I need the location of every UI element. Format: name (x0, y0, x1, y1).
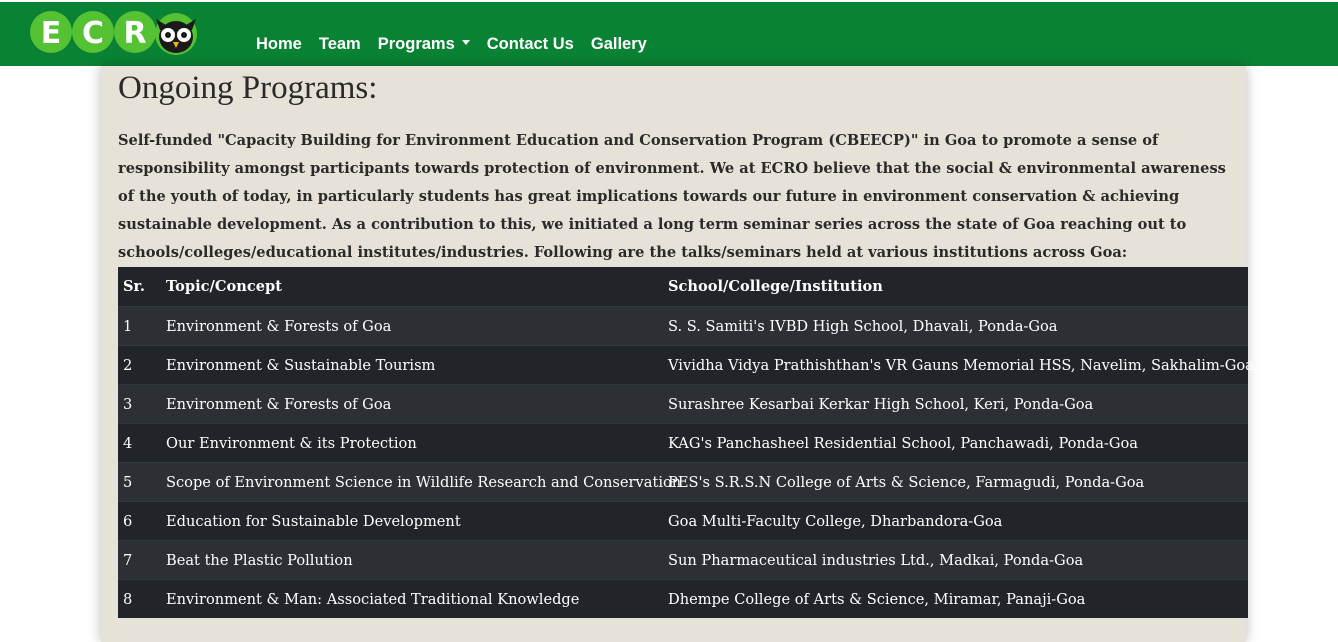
header-topic: Topic/Concept (162, 267, 664, 307)
nav-gallery[interactable]: Gallery (591, 32, 647, 56)
row-sr: 2 (118, 345, 162, 385)
row-topic: Environment & Man: Associated Traditiona… (162, 579, 664, 618)
row-institution: Dhempe College of Arts & Science, Mirama… (664, 579, 1248, 618)
chevron-down-icon (461, 40, 470, 46)
row-topic: Our Environment & its Protection (162, 423, 664, 463)
row-sr: 5 (118, 462, 162, 502)
row-topic: Environment & Forests of Goa (162, 384, 664, 424)
row-topic: Environment & Forests of Goa (162, 306, 664, 346)
table-row: 6 Education for Sustainable Development … (118, 501, 1248, 541)
nav-programs-dropdown[interactable]: Programs (378, 32, 470, 56)
row-institution: KAG's Panchasheel Residential School, Pa… (664, 423, 1248, 463)
row-institution: Surashree Kesarbai Kerkar High School, K… (664, 384, 1248, 424)
table-row: 4 Our Environment & its Protection KAG's… (118, 423, 1248, 463)
nav-contact-us[interactable]: Contact Us (487, 32, 574, 56)
row-topic: Education for Sustainable Development (162, 501, 664, 541)
main-content: Ongoing Programs: Self-funded "Capacity … (101, 66, 1254, 642)
row-topic: Environment & Sustainable Tourism (162, 345, 664, 385)
row-topic: Scope of Environment Science in Wildlife… (162, 462, 681, 502)
nav-team[interactable]: Team (319, 32, 361, 56)
row-sr: 7 (118, 540, 162, 580)
logo-letter-c: C (82, 16, 104, 51)
row-institution: Vividha Vidya Prathishthan's VR Gauns Me… (664, 345, 1254, 385)
row-institution: Goa Multi-Faculty College, Dharbandora-G… (664, 501, 1248, 541)
row-sr: 4 (118, 423, 162, 463)
row-sr: 6 (118, 501, 162, 541)
nav-home[interactable]: Home (256, 32, 302, 56)
nav-programs-label: Programs (377, 35, 455, 53)
table-row: 3 Environment & Forests of Goa Surashree… (118, 384, 1248, 424)
programs-table: Sr. Topic/Concept School/College/Institu… (118, 267, 1254, 618)
row-sr: 8 (118, 579, 162, 618)
owl-icon (155, 13, 197, 55)
ecro-logo[interactable]: E C R (28, 8, 204, 56)
row-sr: 3 (118, 384, 162, 424)
program-description: Self-funded "Capacity Building for Envir… (118, 132, 1226, 261)
table-row: 2 Environment & Sustainable Tourism Vivi… (118, 345, 1254, 385)
header-sr: Sr. (118, 267, 162, 307)
top-navbar: E C R Home Team Programs Contact Us Gall… (0, 2, 1338, 66)
logo-letter-r: R (123, 16, 146, 51)
table-row: 5 Scope of Environment Science in Wildli… (118, 462, 1248, 502)
table-header-row: Sr. Topic/Concept School/College/Institu… (118, 267, 1248, 307)
table-row: 7 Beat the Plastic Pollution Sun Pharmac… (118, 540, 1248, 580)
row-institution: PES's S.R.S.N College of Arts & Science,… (664, 462, 1248, 502)
header-institution: School/College/Institution (664, 267, 1248, 307)
table-row: 1 Environment & Forests of Goa S. S. Sam… (118, 306, 1248, 346)
main-menu: Home Team Programs Contact Us Gallery (256, 32, 664, 56)
row-sr: 1 (118, 306, 162, 346)
table-row: 8 Environment & Man: Associated Traditio… (118, 579, 1248, 618)
row-institution: Sun Pharmaceutical industries Ltd., Madk… (664, 540, 1248, 580)
logo-letter-e: E (41, 16, 62, 51)
row-institution: S. S. Samiti's IVBD High School, Dhavali… (664, 306, 1248, 346)
page-title: Ongoing Programs: (118, 70, 378, 106)
row-topic: Beat the Plastic Pollution (162, 540, 664, 580)
